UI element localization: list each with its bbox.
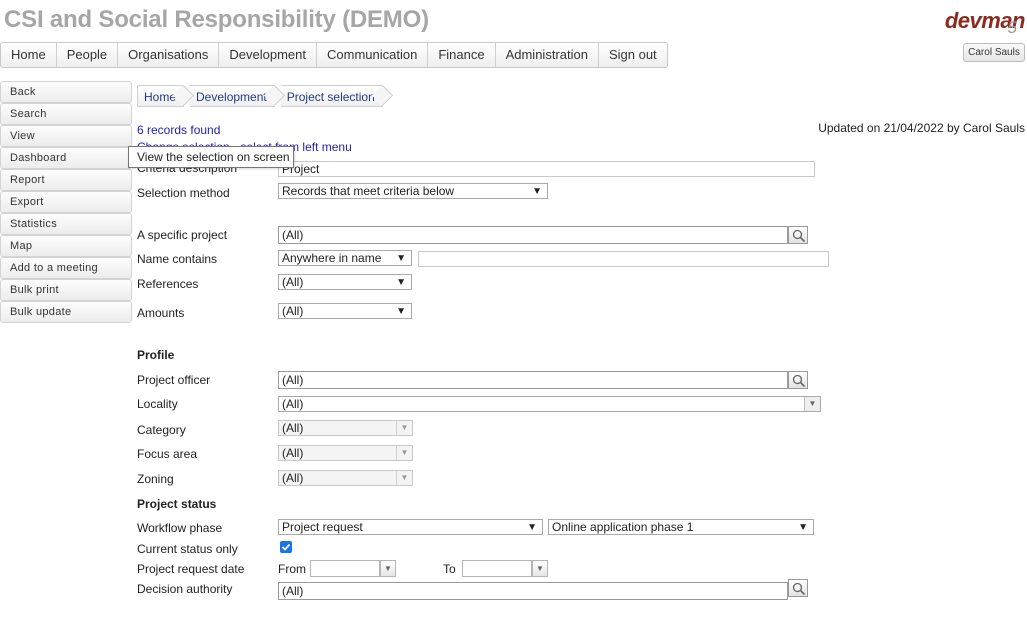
side-menu: Back Search View Dashboard Report Export… [0,81,132,323]
side-item-view[interactable]: View [0,125,132,147]
selection-method-label: Selection method [137,186,230,200]
search-icon [792,374,806,388]
side-item-back[interactable]: Back [0,81,132,103]
name-contains-value: Anywhere in name [282,251,382,265]
references-value: (All) [282,275,304,289]
workflow-subphase-value: Online application phase 1 [552,520,694,534]
search-icon [792,582,806,596]
nav-tab-finance[interactable]: Finance [428,43,496,67]
amounts-select[interactable]: (All) ▼ [278,303,412,319]
breadcrumb-home[interactable]: Home [137,85,185,107]
chevron-down-icon: ▼ [396,421,412,435]
criteria-description-input[interactable]: Project [278,161,815,177]
decision-authority-input[interactable]: (All) [278,582,788,600]
date-from-input[interactable] [310,560,380,577]
project-officer-input[interactable]: (All) [278,371,788,389]
records-found-link[interactable]: 6 records found [137,123,220,137]
from-label: From [278,562,306,576]
category-select[interactable]: (All) ▼ [278,420,413,436]
chevron-down-icon: ▼ [396,446,412,460]
side-item-statistics[interactable]: Statistics [0,213,132,235]
search-icon [792,229,806,243]
zoning-value: (All) [282,471,304,485]
amounts-value: (All) [282,304,304,318]
side-item-search[interactable]: Search [0,103,132,125]
category-value: (All) [282,421,304,435]
nav-tab-communication[interactable]: Communication [317,43,429,67]
decision-authority-search-button[interactable] [788,579,808,597]
nav-tab-sign-out[interactable]: Sign out [599,43,667,67]
selection-method-select[interactable]: Records that meet criteria below ▼ [278,183,548,199]
breadcrumb-project-selection[interactable]: Project selection [280,85,383,107]
focus-area-value: (All) [282,446,304,460]
check-icon [281,543,291,551]
side-item-dashboard[interactable]: Dashboard [0,147,132,169]
chevron-down-icon: ▼ [384,564,392,573]
name-contains-select[interactable]: Anywhere in name ▼ [278,250,412,266]
workflow-phase-label: Workflow phase [137,521,223,535]
locality-label: Locality [137,397,178,411]
date-from-picker-button[interactable]: ▼ [380,560,396,577]
specific-project-search-button[interactable] [788,226,808,244]
chevron-down-icon: ▼ [396,306,406,317]
chevron-down-icon: ▼ [532,186,542,197]
category-label: Category [137,423,186,437]
name-contains-input[interactable] [418,251,829,267]
top-navigation: Home People Organisations Development Co… [0,42,668,68]
name-contains-label: Name contains [137,252,218,266]
current-status-checkbox[interactable] [280,541,292,553]
zoning-select[interactable]: (All) ▼ [278,470,413,486]
chevron-down-icon: ▼ [527,522,537,533]
references-select[interactable]: (All) ▼ [278,274,412,290]
side-item-report[interactable]: Report [0,169,132,191]
focus-area-label: Focus area [137,447,198,461]
to-label: To [443,562,456,576]
view-tooltip: View the selection on screen [128,146,294,168]
chevron-down-icon: ▼ [396,253,406,264]
updated-info: Updated on 21/04/2022 by Carol Sauls [818,121,1025,135]
date-to-input[interactable] [462,560,532,577]
focus-area-select[interactable]: (All) ▼ [278,445,413,461]
selection-method-value: Records that meet criteria below [282,184,455,198]
project-status-heading: Project status [137,497,217,511]
nav-tab-organisations[interactable]: Organisations [118,43,220,67]
project-officer-search-button[interactable] [788,371,808,389]
workflow-subphase-select[interactable]: Online application phase 1 ▼ [548,519,814,535]
side-item-map[interactable]: Map [0,235,132,257]
date-to-picker-button[interactable]: ▼ [532,560,548,577]
nav-tab-administration[interactable]: Administration [496,43,599,67]
locality-select[interactable]: (All) ▼ [278,396,821,412]
nav-tab-development[interactable]: Development [219,43,317,67]
chevron-down-icon: ▼ [396,277,406,288]
locality-value: (All) [282,397,304,411]
nav-tab-home[interactable]: Home [1,43,57,67]
logo-version: 5 [1007,18,1017,37]
references-label: References [137,277,199,291]
side-item-export[interactable]: Export [0,191,132,213]
app-title: CSI and Social Responsibility (DEMO) [4,6,429,33]
specific-project-input[interactable]: (All) [278,226,788,244]
breadcrumb: Home Development Project selection [137,85,389,107]
request-date-label: Project request date [137,562,245,576]
user-button[interactable]: Carol Sauls [963,43,1025,62]
zoning-label: Zoning [137,472,174,486]
project-officer-label: Project officer [137,373,211,387]
decision-authority-label: Decision authority [137,582,233,596]
chevron-down-icon: ▼ [396,471,412,485]
side-item-bulk-print[interactable]: Bulk print [0,279,132,301]
side-item-add-to-meeting[interactable]: Add to a meeting [0,257,132,279]
workflow-phase-select[interactable]: Project request ▼ [278,519,543,535]
specific-project-label: A specific project [137,228,228,242]
nav-tab-people[interactable]: People [57,43,119,67]
chevron-down-icon: ▼ [798,522,808,533]
workflow-phase-value: Project request [282,520,363,534]
profile-heading: Profile [137,348,175,362]
chevron-down-icon: ▼ [804,397,820,411]
current-status-label: Current status only [137,542,238,556]
amounts-label: Amounts [137,306,185,320]
breadcrumb-development[interactable]: Development [190,85,275,107]
side-item-bulk-update[interactable]: Bulk update [0,301,132,323]
chevron-down-icon: ▼ [536,564,544,573]
